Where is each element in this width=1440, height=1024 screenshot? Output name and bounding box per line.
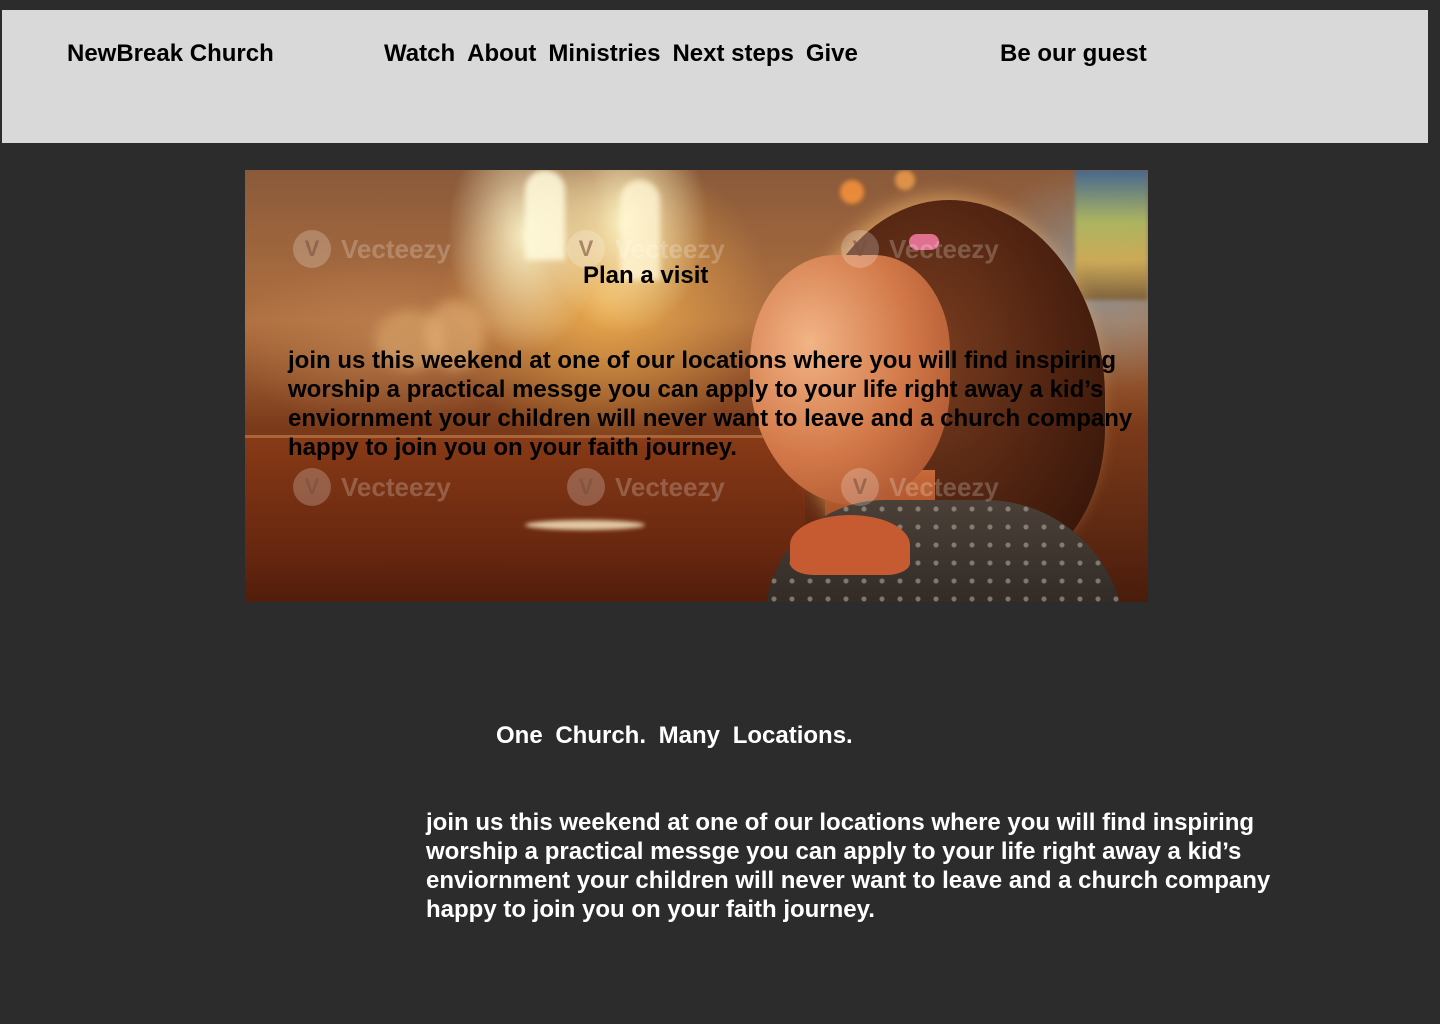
brand-logo-text[interactable]: NewBreak Church: [67, 40, 274, 68]
locations-description: join us this weekend at one of our locat…: [426, 809, 1271, 923]
watermark-text: Vecteezy: [615, 233, 725, 264]
locations-heading: One Church. Many Locations.: [496, 722, 853, 749]
hero-photo-bokeh: [840, 180, 864, 204]
hero-photo-bokeh: [895, 170, 915, 190]
watermark-logo-icon: V: [841, 468, 879, 506]
watermark-text: Vecteezy: [341, 233, 451, 264]
nav-link-about[interactable]: About: [467, 40, 536, 68]
watermark-text: Vecteezy: [341, 471, 451, 502]
be-our-guest-link[interactable]: Be our guest: [1000, 40, 1147, 68]
hero-title: Plan a visit: [583, 262, 709, 289]
nav-link-give[interactable]: Give: [806, 40, 858, 68]
watermark: V Vecteezy: [293, 230, 451, 268]
nav-link-next-steps[interactable]: Next steps: [672, 40, 793, 68]
watermark-logo-icon: V: [293, 230, 331, 268]
navbar: NewBreak Church Watch About Ministries N…: [2, 10, 1428, 143]
hero-photo-stained-glass: [1075, 170, 1148, 300]
nav-link-ministries[interactable]: Ministries: [548, 40, 660, 68]
hero-banner: V Vecteezy V Vecteezy V Vecteezy V Vecte…: [245, 170, 1148, 602]
hero-photo-girl-collar: [790, 515, 910, 575]
watermark-text: Vecteezy: [889, 233, 999, 264]
watermark-logo-icon: V: [567, 468, 605, 506]
hero-photo-light-glint: [525, 520, 645, 530]
watermark-text: Vecteezy: [615, 471, 725, 502]
watermark: V Vecteezy: [293, 468, 451, 506]
nav-link-watch[interactable]: Watch: [384, 40, 455, 68]
watermark: V Vecteezy: [841, 468, 999, 506]
top-strip: [0, 0, 1440, 10]
watermark: V Vecteezy: [841, 230, 999, 268]
watermark: V Vecteezy: [567, 468, 725, 506]
watermark-logo-icon: V: [841, 230, 879, 268]
main-nav: Watch About Ministries Next steps Give: [384, 40, 858, 68]
watermark-text: Vecteezy: [889, 471, 999, 502]
watermark-logo-icon: V: [293, 468, 331, 506]
hero-description: join us this weekend at one of our locat…: [288, 347, 1133, 461]
hero-photo-window-left: [525, 170, 565, 260]
